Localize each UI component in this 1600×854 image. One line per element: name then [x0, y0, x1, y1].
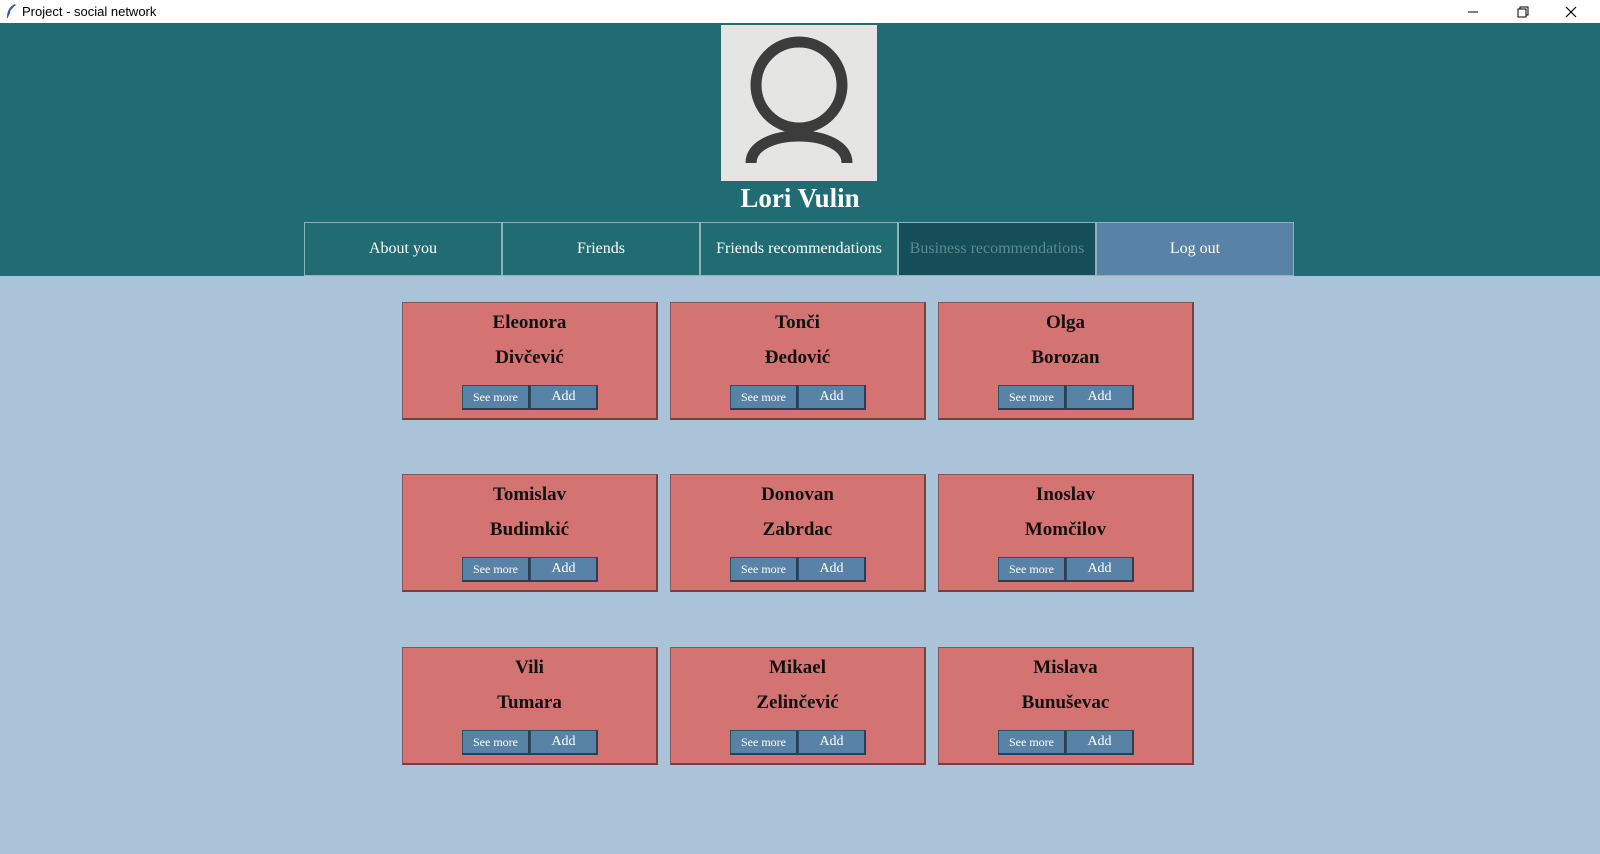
last-name: Zabrdac [762, 519, 833, 540]
minimize-button[interactable] [1450, 0, 1496, 23]
person-card: Donovan Zabrdac See more Add [670, 474, 926, 592]
last-name: Tumara [497, 692, 562, 713]
restore-icon [1517, 6, 1529, 17]
last-name: Bunuševac [1021, 692, 1110, 713]
see-more-button[interactable]: See more [730, 557, 798, 582]
see-more-button[interactable]: See more [998, 385, 1066, 410]
person-card: Mislava Bunuševac See more Add [938, 647, 1194, 765]
first-name: Tonči [775, 312, 820, 333]
tab-friends[interactable]: Friends [502, 222, 700, 276]
tab-about-you[interactable]: About you [304, 222, 502, 276]
see-more-button[interactable]: See more [462, 730, 530, 755]
window-titlebar: Project - social network [0, 0, 1600, 24]
add-button[interactable]: Add [530, 385, 598, 410]
logout-button[interactable]: Log out [1096, 222, 1294, 276]
user-avatar-icon [745, 36, 853, 165]
minimize-icon [1468, 11, 1478, 12]
profile-header: Lori Vulin About you Friends Friends rec… [0, 23, 1600, 276]
person-card: Olga Borozan See more Add [938, 302, 1194, 420]
last-name: Zelinčević [756, 692, 839, 713]
first-name: Olga [1045, 312, 1086, 333]
add-button[interactable]: Add [530, 730, 598, 755]
close-button[interactable] [1548, 0, 1594, 23]
nav-tabs: About you Friends Friends recommendation… [304, 222, 1294, 276]
last-name: Đedović [764, 347, 831, 368]
add-button[interactable]: Add [798, 557, 866, 582]
last-name: Divčević [495, 347, 564, 368]
see-more-button[interactable]: See more [998, 730, 1066, 755]
add-button[interactable]: Add [1066, 730, 1134, 755]
last-name: Borozan [1031, 347, 1100, 368]
see-more-button[interactable]: See more [998, 557, 1066, 582]
feather-icon [6, 4, 16, 19]
person-card: Eleonora Divčević See more Add [402, 302, 658, 420]
person-card: Tonči Đedović See more Add [670, 302, 926, 420]
first-name: Eleonora [492, 312, 567, 333]
see-more-button[interactable]: See more [462, 557, 530, 582]
restore-button[interactable] [1500, 0, 1546, 23]
first-name: Mikael [769, 657, 826, 678]
add-button[interactable]: Add [798, 385, 866, 410]
first-name: Tomislav [492, 484, 567, 505]
tab-friends-recommendations[interactable]: Friends recommendations [700, 222, 898, 276]
person-card: Mikael Zelinčević See more Add [670, 647, 926, 765]
tab-business-recommendations[interactable]: Business recommendations [898, 222, 1096, 276]
add-button[interactable]: Add [1066, 385, 1134, 410]
see-more-button[interactable]: See more [462, 385, 530, 410]
person-card: Vili Tumara See more Add [402, 647, 658, 765]
person-card: Inoslav Momčilov See more Add [938, 474, 1194, 592]
see-more-button[interactable]: See more [730, 730, 798, 755]
last-name: Budimkić [489, 519, 570, 540]
first-name: Inoslav [1035, 484, 1096, 505]
first-name: Mislava [1033, 657, 1098, 678]
last-name: Momčilov [1024, 519, 1107, 540]
avatar [721, 25, 877, 181]
profile-name: Lori Vulin [740, 183, 860, 213]
add-button[interactable]: Add [530, 557, 598, 582]
person-card: Tomislav Budimkić See more Add [402, 474, 658, 592]
see-more-button[interactable]: See more [730, 385, 798, 410]
add-button[interactable]: Add [798, 730, 866, 755]
window-title: Project - social network [22, 4, 157, 19]
first-name: Vili [515, 657, 544, 678]
add-button[interactable]: Add [1066, 557, 1134, 582]
close-icon [1565, 6, 1577, 17]
first-name: Donovan [761, 484, 834, 505]
